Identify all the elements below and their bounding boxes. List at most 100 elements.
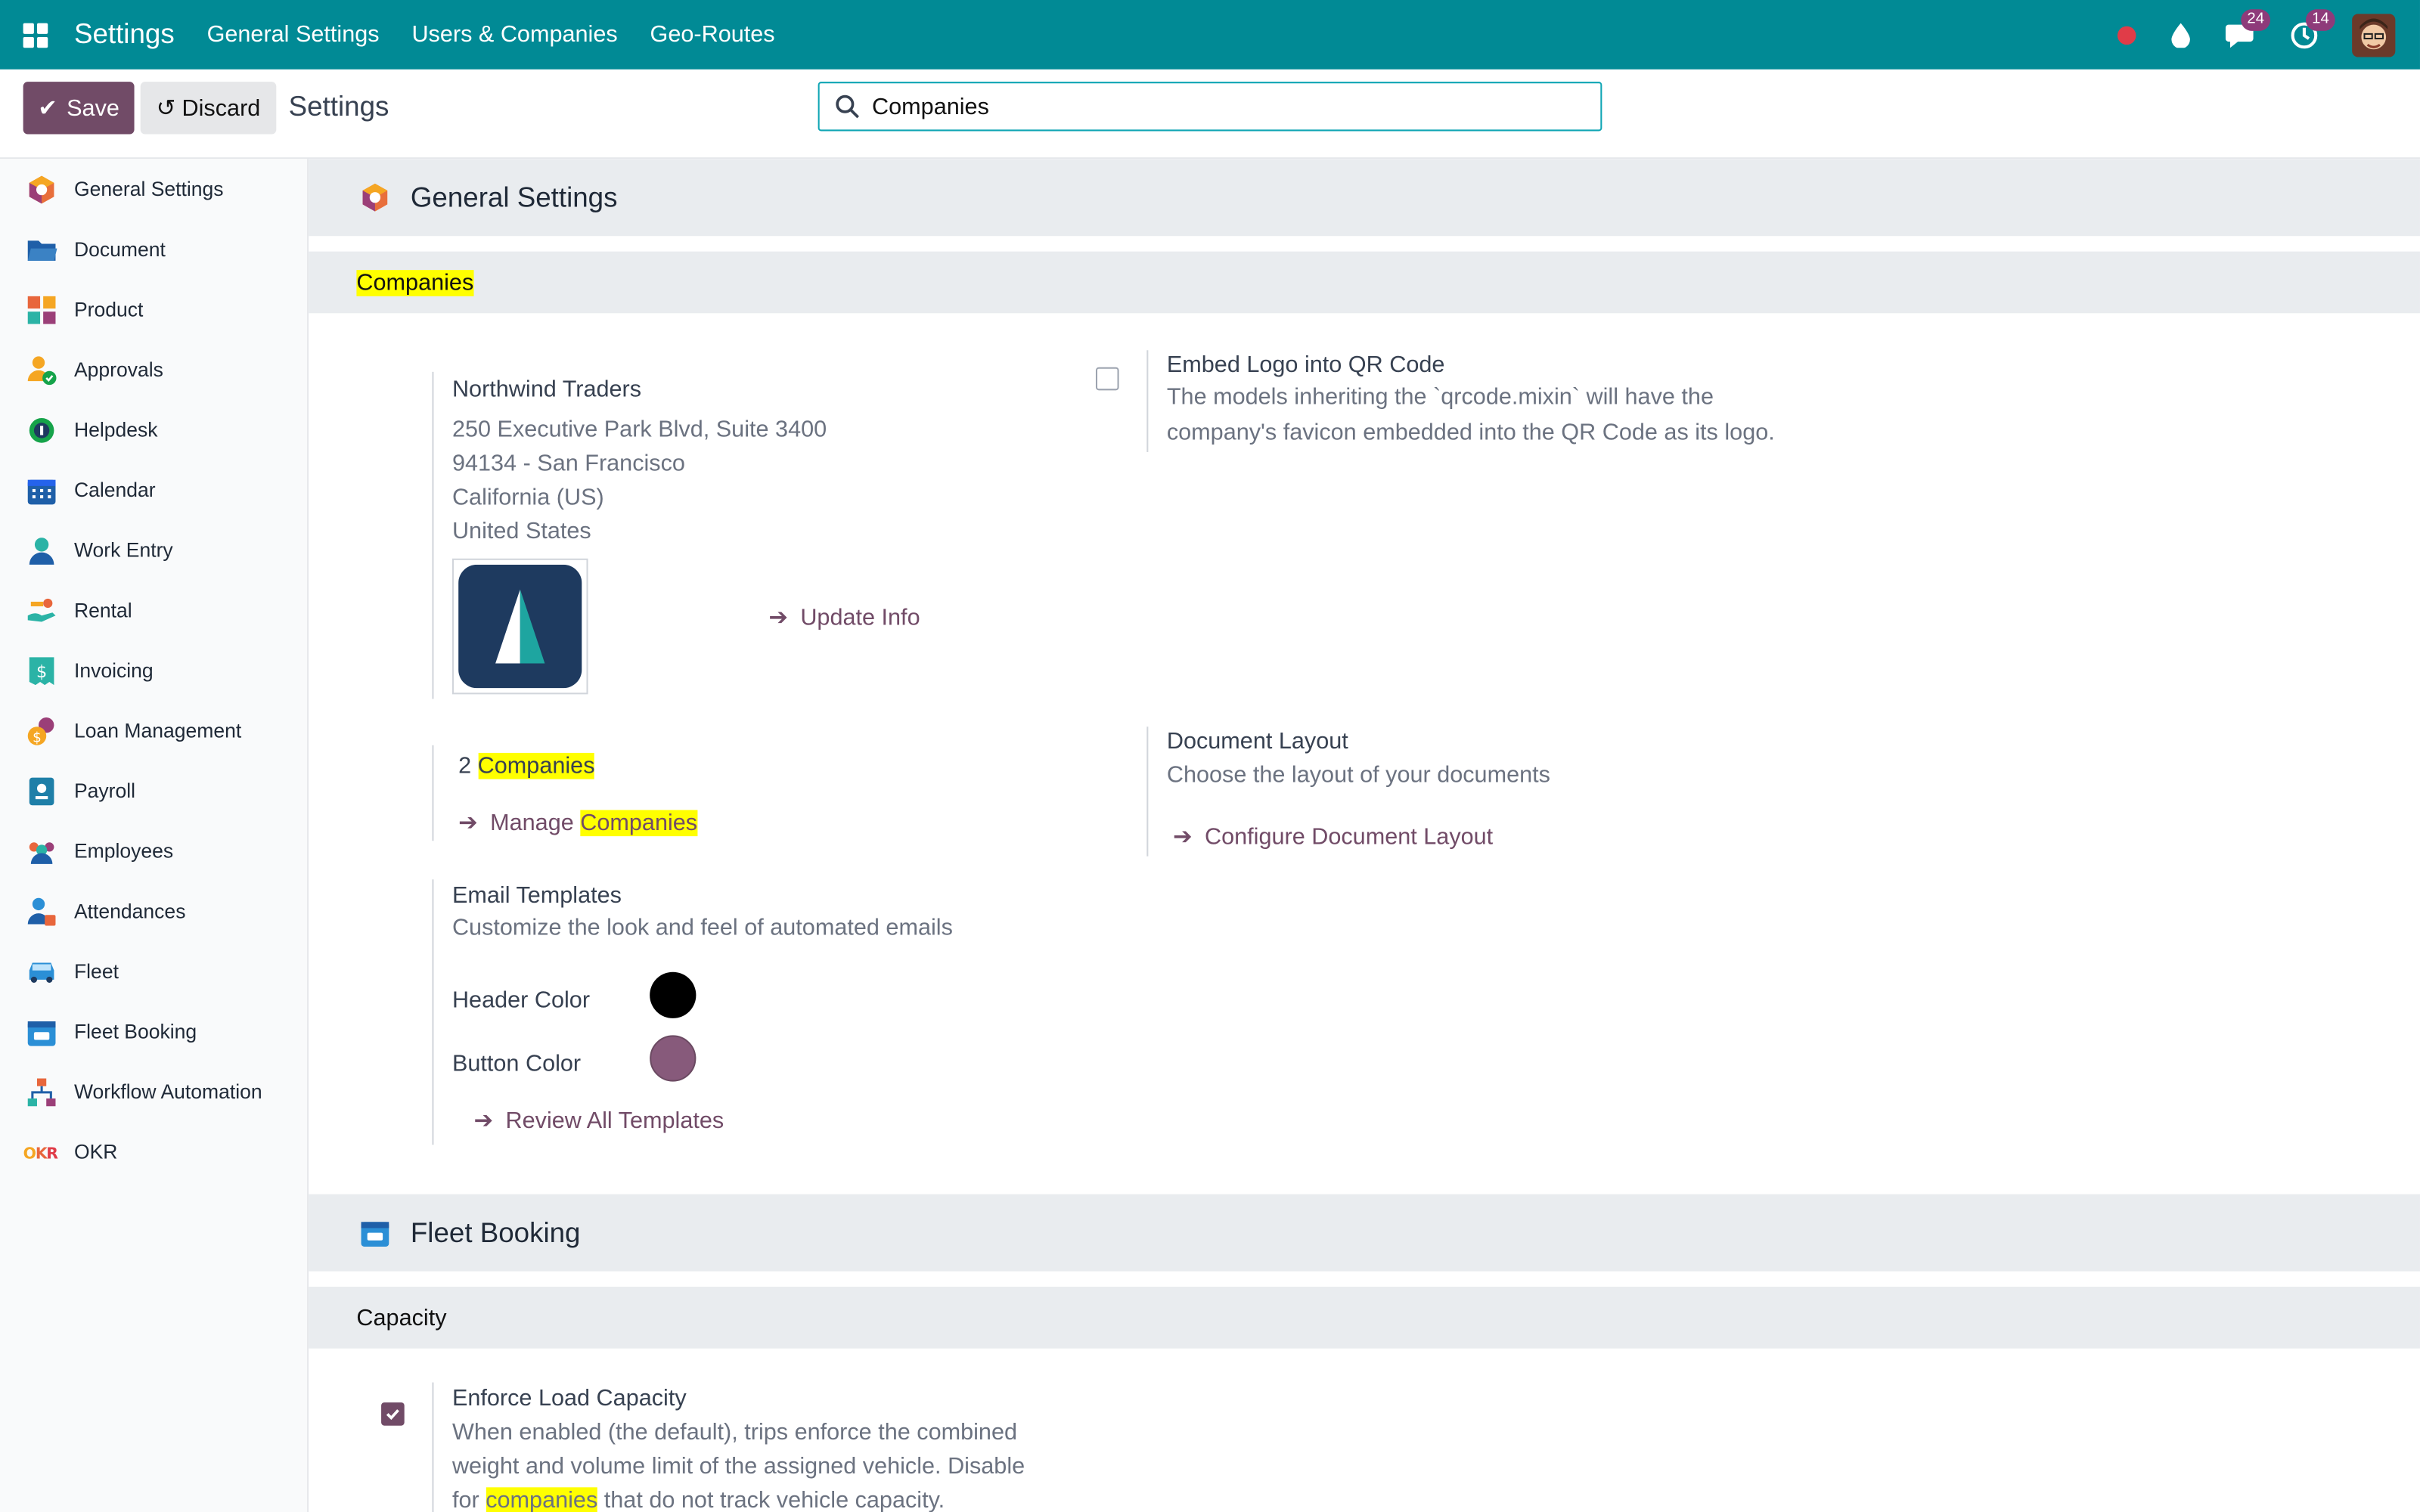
company-address-line2: 94134 - San Francisco	[451, 450, 685, 477]
sidebar-item-document[interactable]: Document	[0, 219, 307, 280]
enforce-desc-line2: weight and volume limit of the assigned …	[451, 1453, 1025, 1480]
enforce-desc-suffix: that do not track vehicle capacity.	[603, 1487, 945, 1512]
app-title: Fleet Booking	[410, 1216, 581, 1247]
company-name: Northwind Traders	[451, 376, 642, 403]
sidebar-label: Calendar	[73, 478, 156, 502]
fleet-booking-icon	[27, 1020, 56, 1046]
qr-logo-checkbox[interactable]	[1095, 367, 1119, 391]
menu-general-settings[interactable]: General Settings	[207, 22, 380, 48]
helpdesk-icon	[29, 417, 54, 442]
sidebar-item-fleet[interactable]: Fleet	[0, 941, 307, 1002]
chat-badge: 24	[2241, 8, 2271, 30]
sidebar-item-work-entry[interactable]: Work Entry	[0, 520, 307, 581]
sidebar-item-fleet-booking[interactable]: Fleet Booking	[0, 1001, 307, 1061]
general-settings-header: General Settings	[309, 159, 2420, 237]
user-avatar[interactable]	[2352, 13, 2396, 57]
payroll-icon	[29, 776, 54, 805]
sidebar-item-helpdesk[interactable]: Helpdesk	[0, 400, 307, 460]
activity-badge: 14	[2305, 8, 2335, 30]
sidebar-item-okr[interactable]: OKR OKR	[0, 1122, 307, 1182]
calendar-icon	[27, 479, 56, 504]
attendances-icon	[27, 897, 56, 925]
fleet-icon	[29, 962, 54, 982]
sidebar-label: Fleet Booking	[73, 1019, 197, 1043]
company-info-block	[432, 371, 434, 699]
sidebar-item-employees[interactable]: Employees	[0, 821, 307, 881]
update-info-label: Update Info	[800, 603, 920, 631]
manage-highlight: Companies	[580, 809, 698, 836]
qr-desc-line1: The models inheriting the `qrcode.mixin`…	[1166, 384, 1714, 411]
recording-icon[interactable]	[2117, 25, 2136, 45]
sidebar-item-calendar[interactable]: Calendar	[0, 460, 307, 520]
discard-label: Discard	[182, 94, 261, 122]
arrow-right-icon: ➔	[458, 810, 478, 837]
companies-section-header: Companies	[309, 251, 2420, 314]
save-label: Save	[67, 94, 119, 122]
sidebar-label: Helpdesk	[73, 418, 158, 442]
manage-prefix: Manage	[490, 809, 574, 836]
enforce-capacity-checkbox[interactable]	[381, 1402, 405, 1426]
manage-companies-link[interactable]: ➔ Manage Companies	[458, 808, 698, 837]
company-address-line1: 250 Executive Park Blvd, Suite 3400	[451, 417, 827, 443]
sidebar-item-loan-management[interactable]: $ Loan Management	[0, 701, 307, 761]
settings-app: Settings General Settings Users & Compan…	[0, 0, 2420, 1512]
chat-icon[interactable]: 24	[2225, 8, 2271, 49]
button-color-swatch[interactable]	[650, 1035, 697, 1082]
settings-main: General Settings Companies Northwind Tra…	[309, 159, 2420, 1512]
work-entry-icon	[29, 537, 54, 564]
companies-count-number: 2	[458, 752, 472, 779]
configure-document-layout-link[interactable]: ➔ Configure Document Layout	[1173, 823, 1493, 850]
section-title: Capacity	[356, 1304, 447, 1331]
sidebar-label: Employees	[73, 839, 174, 863]
sidebar-label: Document	[73, 237, 166, 261]
app-menu-icon[interactable]	[23, 22, 48, 48]
sidebar-item-approvals[interactable]: Approvals	[0, 339, 307, 400]
company-logo	[451, 558, 588, 695]
sidebar-item-product[interactable]: Product	[0, 279, 307, 339]
invoicing-icon: $	[29, 656, 54, 685]
header-color-label: Header Color	[451, 987, 591, 1014]
qr-block	[1146, 350, 1149, 452]
workflow-icon	[27, 1077, 56, 1106]
document-layout-desc: Choose the layout of your documents	[1166, 762, 1550, 789]
menu-users-companies[interactable]: Users & Companies	[411, 22, 617, 48]
fleet-booking-icon	[361, 1222, 389, 1247]
sidebar-label: Loan Management	[73, 719, 242, 742]
search-box[interactable]	[818, 82, 1602, 132]
sidebar-item-rental[interactable]: Rental	[0, 580, 307, 640]
drop-icon[interactable]	[2170, 22, 2192, 48]
sidebar-label: Rental	[73, 598, 132, 622]
activity-clock-icon[interactable]: 14	[2291, 8, 2335, 49]
sidebar-label: Approvals	[73, 358, 163, 382]
svg-text:$: $	[33, 730, 42, 745]
review-templates-link[interactable]: ➔ Review All Templates	[474, 1106, 724, 1134]
app-title: General Settings	[410, 181, 618, 212]
sidebar-label: Work Entry	[73, 538, 173, 562]
menu-geo-routes[interactable]: Geo-Routes	[650, 22, 775, 48]
page-title: Settings	[288, 91, 389, 122]
company-address-line4: United States	[451, 518, 591, 545]
rental-icon	[27, 597, 56, 621]
sidebar-label: OKR	[73, 1140, 118, 1163]
okr-icon: OKR	[23, 1144, 59, 1162]
header-color-swatch[interactable]	[650, 971, 697, 1018]
section-title: Companies	[356, 269, 474, 296]
enforce-capacity-title: Enforce Load Capacity	[451, 1385, 687, 1412]
employees-icon	[29, 841, 54, 863]
systray: 24 14	[2083, 0, 2396, 70]
undo-icon: ↺	[156, 95, 176, 122]
sidebar-item-payroll[interactable]: Payroll	[0, 761, 307, 821]
search-icon	[836, 94, 859, 119]
capacity-section-header: Capacity	[309, 1287, 2420, 1349]
save-button[interactable]: ✔ Save	[23, 82, 135, 135]
sidebar-item-attendances[interactable]: Attendances	[0, 881, 307, 941]
sidebar-item-general-settings[interactable]: General Settings	[0, 159, 307, 219]
search-input[interactable]	[872, 93, 1552, 120]
brand-title[interactable]: Settings	[74, 18, 175, 51]
sidebar-item-invoicing[interactable]: $ Invoicing	[0, 640, 307, 701]
discard-button[interactable]: ↺ Discard	[140, 82, 277, 135]
sidebar-item-workflow-automation[interactable]: Workflow Automation	[0, 1061, 307, 1122]
fleet-booking-header: Fleet Booking	[309, 1194, 2420, 1272]
email-templates-desc: Customize the look and feel of automated…	[451, 915, 953, 941]
update-info-link[interactable]: ➔ Update Info	[768, 603, 920, 631]
